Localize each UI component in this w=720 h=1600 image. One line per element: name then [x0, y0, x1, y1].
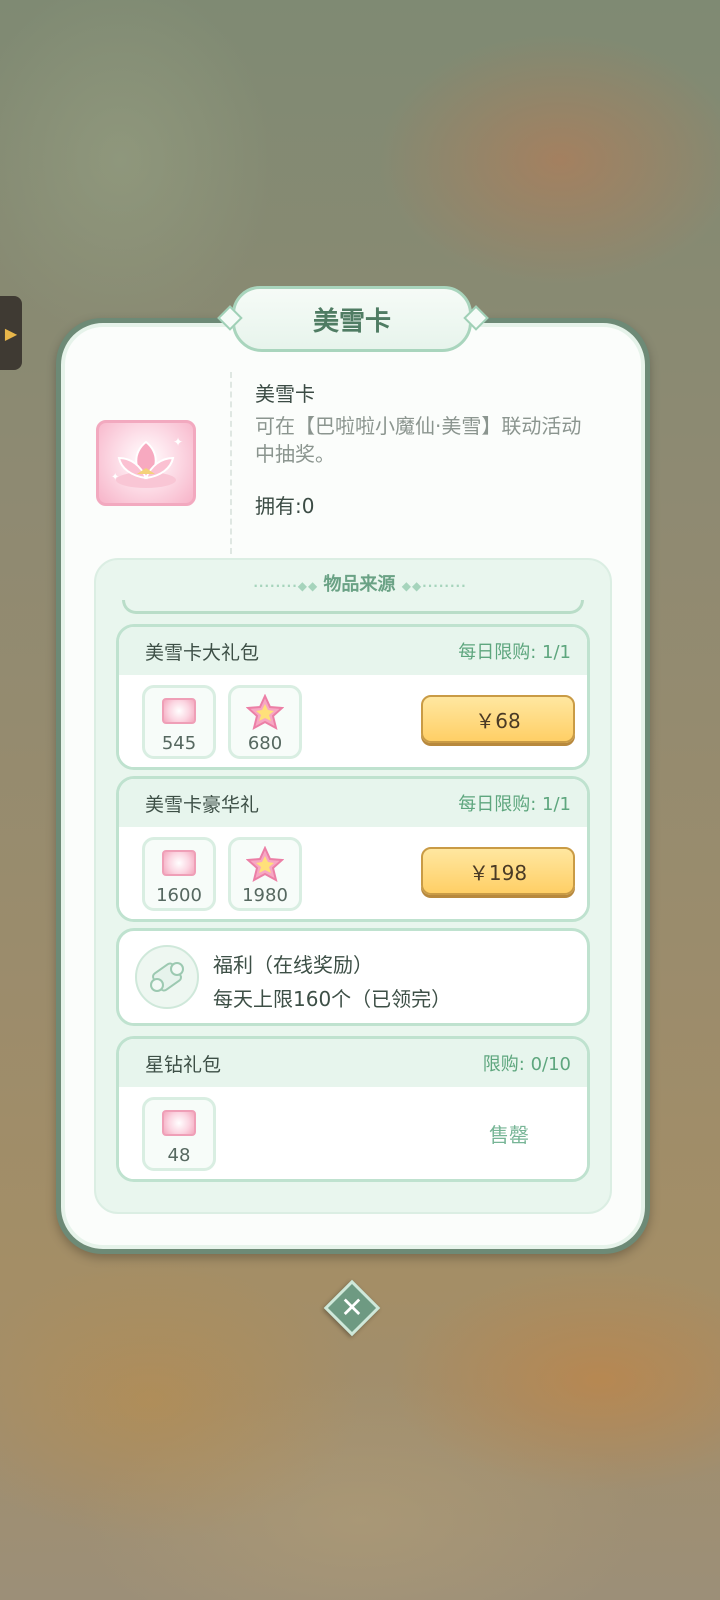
item-name: 美雪卡: [255, 382, 315, 406]
info-divider: [230, 372, 232, 554]
pink-star-icon: [246, 694, 284, 730]
pack-body: 48 售罄: [119, 1087, 587, 1179]
pack-limit: 每日限购: 1/1: [458, 794, 571, 815]
dialog-title: 美雪卡: [232, 286, 472, 352]
scroll-icon: [135, 945, 199, 1009]
pink-star-icon: [246, 846, 284, 882]
side-expand-tab[interactable]: ▶: [0, 296, 22, 370]
lotus-card-icon: ✦ ✦: [111, 435, 183, 488]
reward-slot[interactable]: 545: [142, 685, 216, 759]
reward-count: 545: [161, 733, 197, 754]
welfare-title: 福利（在线奖励）: [213, 953, 373, 977]
reward-slot[interactable]: 48: [142, 1097, 216, 1171]
chevron-right-icon: ▶: [4, 323, 18, 343]
meixue-card-icon: [162, 1110, 196, 1136]
close-icon[interactable]: ✕: [332, 1288, 372, 1328]
reward-count: 48: [167, 1145, 191, 1166]
meixue-card-icon: [162, 850, 196, 876]
reward-slot[interactable]: 680: [228, 685, 302, 759]
pack-header: 星钻礼包 限购: 0/10: [119, 1039, 587, 1087]
svg-text:✦: ✦: [111, 472, 119, 483]
reward-slot[interactable]: 1600: [142, 837, 216, 911]
pack-name: 美雪卡大礼包: [145, 641, 260, 664]
pack-limit: 每日限购: 1/1: [458, 642, 571, 663]
pack-card-big: 美雪卡大礼包 每日限购: 1/1 545 680 ￥68: [116, 624, 590, 770]
pack-body: 1600 1980 ￥198: [119, 827, 587, 919]
svg-text:✦: ✦: [173, 435, 183, 449]
pack-header: 美雪卡大礼包 每日限购: 1/1: [119, 627, 587, 675]
source-title-row: ········◆◆ 物品来源 ◆◆········: [0, 570, 720, 596]
buy-button[interactable]: ￥68: [421, 695, 575, 743]
source-title-deco-left-icon: ········◆◆: [253, 579, 324, 593]
source-title-deco-right-icon: ◆◆········: [401, 579, 467, 593]
welfare-card: 福利（在线奖励） 每天上限160个（已领完）: [116, 928, 590, 1026]
source-title-underline: [122, 600, 584, 614]
reward-count: 1980: [242, 885, 288, 906]
reward-count: 1600: [156, 885, 202, 906]
welfare-detail: 每天上限160个（已领完）: [213, 987, 452, 1011]
pack-card-deluxe: 美雪卡豪华礼 每日限购: 1/1 1600 1980 ￥198: [116, 776, 590, 922]
reward-slot[interactable]: 1980: [228, 837, 302, 911]
pack-card-star: 星钻礼包 限购: 0/10 48 售罄: [116, 1036, 590, 1182]
item-description: 可在【巴啦啦小魔仙·美雪】联动活动中抽奖。: [255, 414, 582, 466]
reward-count: 680: [247, 733, 283, 754]
soldout-label: 售罄: [489, 1123, 529, 1147]
pack-header: 美雪卡豪华礼 每日限购: 1/1: [119, 779, 587, 827]
pack-limit: 限购: 0/10: [482, 1054, 571, 1075]
pack-name: 美雪卡豪华礼: [145, 793, 260, 816]
source-title: 物品来源: [323, 574, 396, 595]
meixue-card-icon: [162, 698, 196, 724]
item-icon: ✦ ✦: [96, 420, 196, 506]
buy-button[interactable]: ￥198: [421, 847, 575, 895]
pack-name: 星钻礼包: [145, 1053, 222, 1076]
scroll-glyph: [150, 962, 184, 992]
item-owned-count: 拥有:0: [255, 494, 315, 518]
pack-body: 545 680 ￥68: [119, 675, 587, 767]
